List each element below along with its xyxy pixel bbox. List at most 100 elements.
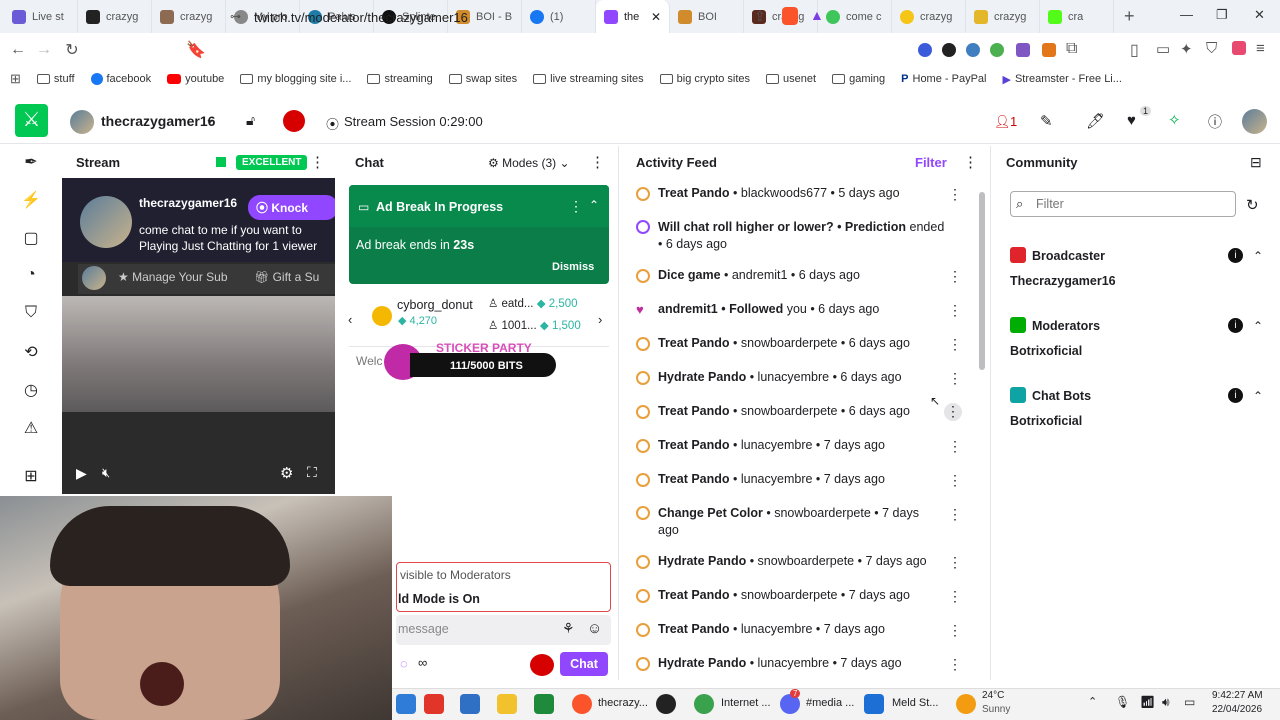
history-icon[interactable]: ⟲ — [20, 342, 42, 364]
sparkle-icon[interactable]: ✧ — [1168, 111, 1181, 129]
menu-icon[interactable]: ≡ — [1256, 40, 1265, 57]
extensions-icon[interactable]: ⧉ — [1066, 40, 1077, 58]
user-avatar[interactable] — [1242, 109, 1267, 134]
feed-item[interactable]: Treat Pando • snowboarderpete • 6 days a… — [636, 404, 966, 419]
browser-tab[interactable]: crazyg — [966, 0, 1040, 33]
clock-icon[interactable]: ◷ — [20, 380, 42, 402]
browser-tab[interactable]: cra — [1040, 0, 1114, 33]
info-icon[interactable]: i — [1228, 318, 1243, 333]
chevron-up-icon[interactable]: ⌃ — [589, 198, 599, 212]
bookmark-item[interactable]: swap sites — [448, 73, 517, 85]
dismiss-button[interactable]: Dismiss — [552, 261, 594, 273]
help-icon[interactable]: ⓘ — [1208, 112, 1222, 132]
taskbar-folder-icon[interactable] — [497, 694, 517, 714]
bookmark-item[interactable]: live streaming sites — [533, 73, 644, 85]
vpn-icon[interactable]: ⛉ — [1206, 40, 1217, 57]
extension-icon[interactable] — [1016, 43, 1030, 57]
new-tab-icon[interactable]: + — [1124, 6, 1135, 27]
sidebar-toggle-icon[interactable]: ▯ — [1130, 40, 1139, 60]
forward-icon[interactable]: → — [32, 41, 56, 59]
feed-item-menu-icon[interactable]: ⋮ — [948, 302, 962, 319]
info-icon[interactable]: i — [1228, 388, 1243, 403]
feed-item-menu-icon[interactable]: ⋮ — [948, 186, 962, 203]
feed-filter-button[interactable]: Filter — [915, 155, 947, 170]
feed-item-menu-icon[interactable]: ⋮ — [948, 472, 962, 489]
clock-date[interactable]: 22/04/2026 — [1212, 704, 1262, 715]
bookmark-icon[interactable]: 🔖 — [184, 40, 208, 60]
chat-icon[interactable]: ▢ — [20, 228, 42, 250]
taskbar-meld-label[interactable]: Meld St... — [892, 697, 938, 709]
brave-rewards-icon[interactable]: ▲ — [810, 7, 824, 23]
settings-gear-icon[interactable]: ⚙ — [280, 464, 293, 482]
feed-item[interactable]: Hydrate Pando • snowboarderpete • 7 days… — [636, 554, 966, 569]
wallet-icon[interactable]: ▭ — [1156, 40, 1170, 58]
wifi-icon[interactable]: 📶︎ — [1140, 695, 1155, 709]
browser-tab[interactable]: Live st — [4, 0, 78, 33]
browser-tab[interactable]: crazyg — [152, 0, 226, 33]
stream-video[interactable]: thecrazygamer16 ⦿ Knock come chat to me … — [62, 178, 335, 494]
taskbar-app-label[interactable]: thecrazy... — [598, 697, 648, 709]
weather-sun-icon[interactable] — [956, 694, 976, 714]
taskbar-app-icon[interactable] — [396, 694, 416, 714]
leaderboard-first-name[interactable]: cyborg_donut — [397, 298, 473, 312]
bits-icon[interactable]: ⚘ — [562, 620, 575, 637]
taskbar-internet-label[interactable]: Internet ... — [721, 697, 771, 709]
feed-item[interactable]: ♥ andremit1 • Followed you • 6 days ago — [636, 302, 966, 317]
next-arrow-icon[interactable]: › — [598, 312, 602, 327]
taskbar-media-label[interactable]: #media ... — [806, 697, 854, 709]
fullscreen-icon[interactable]: ⛶ — [307, 464, 317, 481]
stream-menu-icon[interactable]: ⋮ — [310, 153, 325, 171]
knock-button[interactable]: ⦿ Knock — [248, 195, 335, 220]
feed-item[interactable]: Treat Pando • lunacyembre • 7 days ago — [636, 438, 966, 453]
maximize-icon[interactable]: ❐ — [1216, 7, 1228, 23]
feed-item-menu-icon[interactable]: ⋮ — [948, 588, 962, 605]
microphone-icon[interactable]: 🎙︎ — [1115, 695, 1130, 709]
feed-item[interactable]: Will chat roll higher or lower? • Predic… — [636, 219, 952, 253]
bookmark-item[interactable]: gaming — [832, 73, 885, 85]
feed-item[interactable]: Treat Pando • blackwoods677 • 5 days ago — [636, 186, 966, 201]
chat-menu-icon[interactable]: ⋮ — [590, 153, 605, 171]
taskbar-meld-icon[interactable] — [864, 694, 884, 714]
timer-icon[interactable]: ◔ — [20, 266, 42, 288]
shield-icon[interactable] — [283, 110, 305, 132]
feed-item[interactable]: Hydrate Pando • lunacyembre • 7 days ago — [636, 656, 966, 671]
emote-icon[interactable]: ☺ — [587, 620, 602, 637]
ad-menu-icon[interactable]: ⋮ — [569, 198, 583, 215]
taskbar-brave-icon[interactable] — [572, 694, 592, 714]
lock-icon[interactable]: 🔓︎ — [246, 112, 255, 129]
webcam-overlay-window[interactable] — [0, 496, 392, 720]
bookmark-item[interactable]: P Home - PayPal — [901, 73, 986, 85]
mod-shield-icon[interactable] — [530, 654, 554, 676]
feed-item-menu-icon[interactable]: ⋮ — [944, 403, 962, 421]
profile-icon[interactable] — [1232, 41, 1246, 55]
refresh-icon[interactable]: ↻ — [1246, 196, 1259, 214]
feed-item-menu-icon[interactable]: ⋮ — [948, 336, 962, 353]
reload-icon[interactable]: ↻ — [60, 40, 84, 60]
shield-rail-icon[interactable]: ⛉ — [20, 304, 42, 326]
bookmark-item[interactable]: youtube — [167, 73, 224, 85]
edit-icon[interactable]: ✎ — [1040, 112, 1053, 130]
feed-item-menu-icon[interactable]: ⋮ — [948, 438, 962, 455]
browser-tab[interactable]: crazyg — [892, 0, 966, 33]
play-icon[interactable]: ▶ — [76, 465, 87, 482]
extension-icon[interactable] — [966, 43, 980, 57]
taskbar-xbox-icon[interactable] — [534, 694, 554, 714]
taskbar-obs-icon[interactable] — [656, 694, 676, 714]
chevron-up-icon[interactable]: ⌃ — [1253, 249, 1263, 263]
heart-icon[interactable]: ♥ — [1127, 112, 1136, 129]
moderator-name[interactable]: Botrixoficial — [1010, 344, 1082, 358]
tray-chevron-icon[interactable]: ⌃ — [1088, 695, 1097, 708]
feed-item[interactable]: Dice game • andremit1 • 6 days ago — [636, 268, 966, 283]
mod-tools-icon[interactable]: 🖊︎ — [1086, 112, 1105, 130]
bookmark-item[interactable]: usenet — [766, 73, 816, 85]
extension-icon[interactable] — [918, 43, 932, 57]
pen-icon[interactable]: ✒ — [20, 152, 42, 174]
taskbar-store-icon[interactable] — [460, 694, 480, 714]
address-bar[interactable]: ⊶ twitch.tv/moderator/thecrazygamer16 ⇪ … — [220, 4, 850, 30]
bookmark-item[interactable]: streaming — [367, 73, 433, 85]
action-icon[interactable]: ⚡ — [20, 190, 42, 212]
broadcaster-name[interactable]: Thecrazygamer16 — [1010, 274, 1116, 288]
leaderboard-second[interactable]: ♙ eatd... ◆ 2,500 — [488, 296, 578, 310]
points-icon[interactable]: ◌ — [400, 656, 408, 671]
add-widget-icon[interactable]: ⊞ — [20, 466, 42, 488]
